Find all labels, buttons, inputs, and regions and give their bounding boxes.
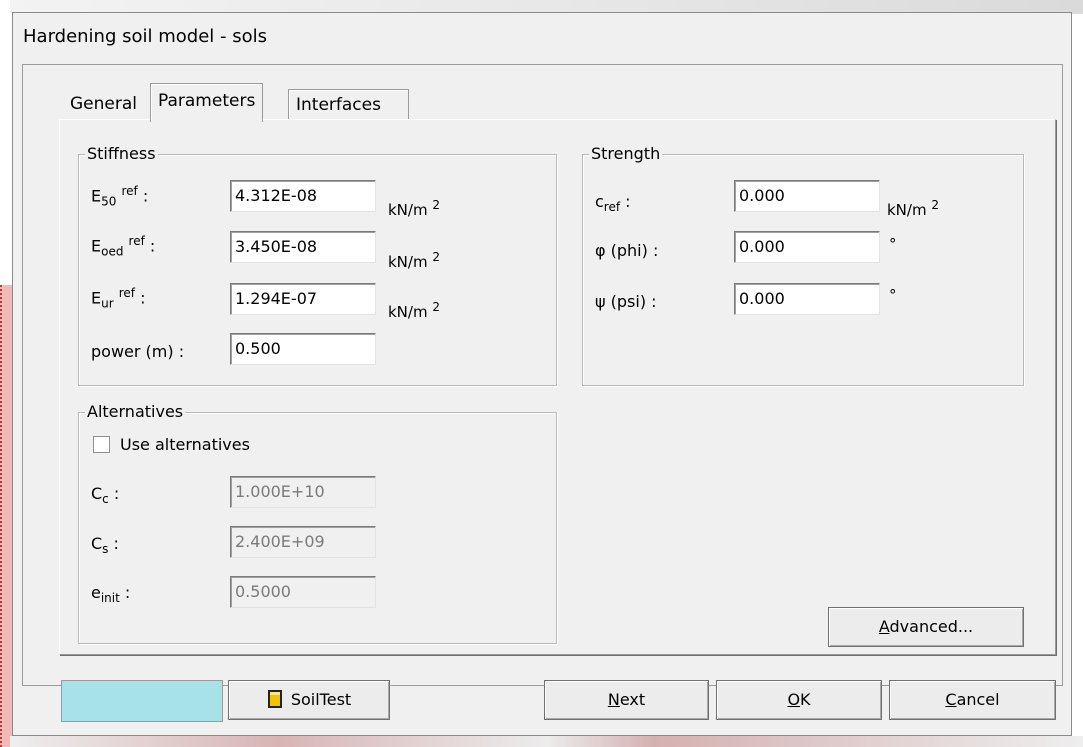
einit-label: einit : — [91, 583, 131, 606]
stiffness-legend: Stiffness — [85, 144, 158, 164]
e50-ref-input[interactable]: 4.312E-08 — [230, 180, 376, 212]
tab-interfaces[interactable]: Interfaces — [288, 89, 409, 120]
stiffness-group: Stiffness E50 ref : 4.312E-08 kN/m 2 Eoe… — [78, 144, 557, 386]
eur-label: Eur ref : — [91, 286, 146, 311]
soiltest-button[interactable]: SoilTest — [228, 680, 390, 720]
window-title: Hardening soil model - sols — [23, 26, 267, 47]
psi-input[interactable]: 0.000 — [734, 283, 880, 315]
background-window-bottom — [10, 736, 1083, 747]
cref-label: cref : — [595, 192, 631, 215]
eur-unit: kN/m 2 — [388, 300, 440, 321]
cref-unit: kN/m 2 — [887, 198, 939, 219]
soil-sample-icon — [267, 689, 282, 708]
alternatives-group: Alternatives Use alternatives Cc : 1.000… — [78, 402, 557, 644]
cref-input[interactable]: 0.000 — [734, 180, 880, 212]
cs-label: Cs : — [91, 534, 119, 557]
power-input[interactable]: 0.500 — [230, 333, 376, 365]
parameters-panel: Stiffness E50 ref : 4.312E-08 kN/m 2 Eoe… — [59, 119, 1056, 655]
next-button[interactable]: Next — [544, 680, 709, 720]
e50-label: E50 ref : — [91, 184, 149, 209]
eur-ref-input[interactable]: 1.294E-07 — [230, 283, 376, 315]
eoed-label: Eoed ref : — [91, 234, 156, 259]
cancel-button[interactable]: Cancel — [889, 680, 1056, 720]
tab-general[interactable]: General — [63, 89, 144, 120]
eoed-ref-input[interactable]: 3.450E-08 — [230, 231, 376, 263]
phi-label: φ (phi) : — [595, 241, 659, 260]
cc-input[interactable]: 1.000E+10 — [230, 476, 376, 508]
use-alternatives-checkbox[interactable] — [93, 436, 110, 453]
phi-unit: ° — [889, 235, 897, 253]
cc-label: Cc : — [91, 484, 120, 507]
eoed-unit: kN/m 2 — [388, 250, 440, 271]
dialog-window: Hardening soil model - sols General Para… — [12, 12, 1072, 736]
material-color-swatch[interactable] — [61, 680, 223, 722]
e50-unit: kN/m 2 — [388, 198, 440, 219]
soiltest-label: SoilTest — [290, 690, 352, 709]
advanced-button[interactable]: Advanced... — [828, 607, 1024, 647]
ok-button[interactable]: OK — [716, 680, 882, 720]
strength-group: Strength cref : 0.000 kN/m 2 φ (phi) : 0… — [582, 144, 1024, 386]
tab-parameters[interactable]: Parameters — [150, 83, 264, 122]
alternatives-legend: Alternatives — [85, 402, 186, 422]
psi-label: ψ (psi) : — [595, 292, 657, 311]
psi-unit: ° — [889, 286, 897, 304]
einit-input[interactable]: 0.5000 — [230, 576, 376, 608]
use-alternatives-label[interactable]: Use alternatives — [120, 435, 250, 455]
background-window-edge — [0, 285, 12, 747]
cs-input[interactable]: 2.400E+09 — [230, 526, 376, 558]
phi-input[interactable]: 0.000 — [734, 231, 880, 263]
strength-legend: Strength — [589, 144, 663, 164]
power-label: power (m) : — [91, 342, 185, 361]
